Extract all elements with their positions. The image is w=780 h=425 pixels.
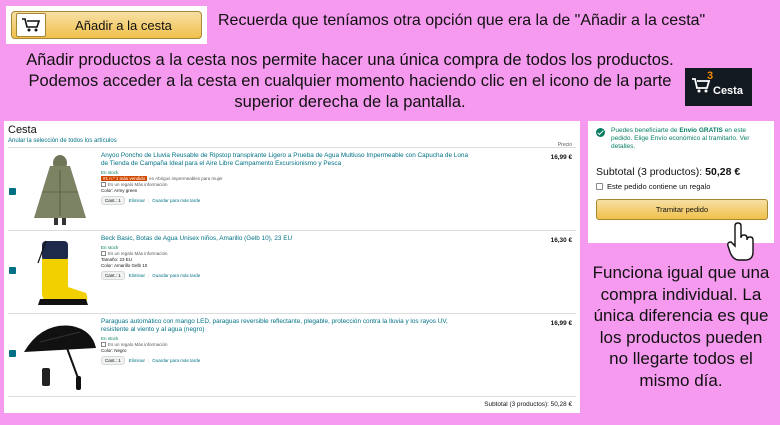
checkout-button[interactable]: Tramitar pedido [596, 199, 768, 220]
quantity-select[interactable]: Cant.: 1 [101, 196, 125, 205]
umbrella-image [20, 318, 100, 392]
item-price: 16,99 € [550, 154, 572, 161]
delete-link[interactable]: Eliminar [129, 273, 145, 278]
cart-item: Paraguas automático con mango LED, parag… [8, 314, 576, 397]
cart-nav-button[interactable]: 3 Cesta [685, 68, 752, 106]
save-later-link[interactable]: Guardar para más tarde [152, 273, 200, 278]
save-later-link[interactable]: Guardar para más tarde [152, 358, 200, 363]
cart-count: 3 [707, 70, 714, 82]
item-checkbox[interactable] [9, 350, 16, 357]
gift-label: Es un regalo Más información [108, 182, 168, 187]
item-checkbox[interactable] [9, 267, 16, 274]
cart-title: Cesta [8, 124, 37, 136]
add-to-cart-button[interactable]: Añadir a la cesta [11, 11, 202, 39]
gift-label: Es un regalo Más información [108, 342, 168, 347]
gift-order-label: Este pedido contiene un regalo [607, 182, 711, 191]
cart-item: Beck Basic, Botas de Agua Unisex niños, … [8, 231, 576, 314]
free-shipping-text: Puedes beneficiarte de Envío GRATIS en e… [611, 127, 750, 150]
cart-icon [16, 13, 46, 37]
item-price: 16,30 € [550, 237, 572, 244]
gift-label: Es un regalo Más información [108, 251, 168, 256]
gift-checkbox[interactable] [101, 342, 106, 347]
side-note: Funciona igual que una compra individual… [592, 263, 770, 390]
item-title-link[interactable]: Beck Basic, Botas de Agua Unisex niños, … [101, 235, 476, 243]
item-title-link[interactable]: Anyoo Poncho de Lluvia Reusable de Ripst… [101, 152, 476, 168]
delete-link[interactable]: Eliminar [129, 198, 145, 203]
quantity-select[interactable]: Cant.: 1 [101, 356, 125, 365]
summary-subtotal: Subtotal (3 productos): 50,28 € [596, 166, 741, 178]
item-checkbox[interactable] [9, 188, 16, 195]
deselect-all-link[interactable]: Anular la selección de todos los artícul… [8, 138, 576, 144]
intro-text: Añadir productos a la cesta nos permite … [26, 51, 674, 111]
gift-checkbox[interactable] [101, 251, 106, 256]
delete-link[interactable]: Eliminar [129, 358, 145, 363]
gift-order-checkbox[interactable] [596, 183, 603, 190]
hand-pointer-icon [727, 222, 754, 261]
item-color: Color: Army green [101, 188, 138, 193]
top-note: Recuerda que teníamos otra opción que er… [218, 12, 706, 29]
cart-subtotal: Subtotal (3 productos): 50,28 € [484, 401, 572, 408]
add-to-cart-label: Añadir a la cesta [75, 17, 172, 33]
item-title-link[interactable]: Paraguas automático con mango LED, parag… [101, 318, 476, 334]
item-stock: En stock [101, 170, 119, 175]
boots-image [20, 235, 100, 309]
item-color: Color: Amarillo Gelb 10 [101, 263, 148, 268]
quantity-select[interactable]: Cant.: 1 [101, 271, 125, 280]
poncho-image [20, 152, 100, 226]
bestseller-badge: #1 n.º 1 más vendido [101, 176, 148, 181]
item-price: 16,99 € [550, 320, 572, 327]
cart-panel: Cesta Anular la selección de todos los a… [4, 121, 580, 413]
add-to-cart-screenshot: Añadir a la cesta [6, 6, 207, 44]
cart-label: Cesta [713, 85, 743, 97]
badge-category: en Abrigos impermeables para mujer [149, 176, 223, 181]
item-size: Tamaño: 23 EU [101, 257, 133, 262]
check-circle-icon [596, 128, 605, 137]
gift-checkbox[interactable] [101, 182, 106, 187]
cart-item: Anyoo Poncho de Lluvia Reusable de Ripst… [8, 148, 576, 231]
item-stock: En stock [101, 245, 119, 250]
item-color: Color: Negro [101, 348, 127, 353]
item-stock: En stock [101, 336, 119, 341]
save-later-link[interactable]: Guardar para más tarde [152, 198, 200, 203]
